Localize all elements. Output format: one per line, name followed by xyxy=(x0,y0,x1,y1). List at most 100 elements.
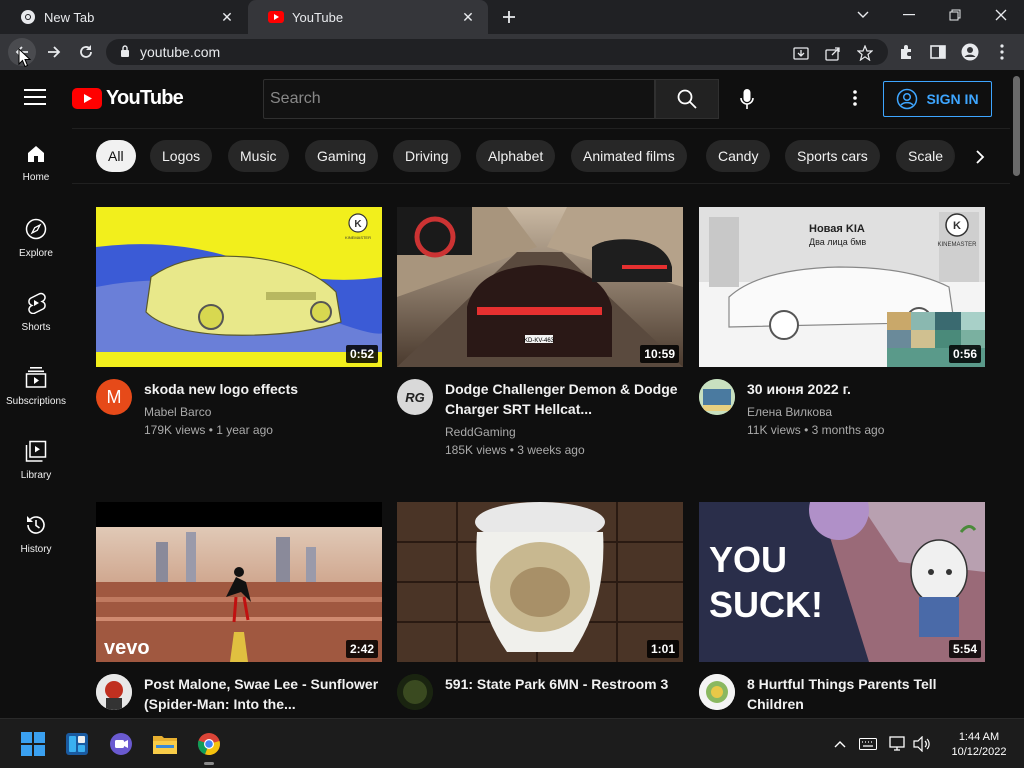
guide-label: Library xyxy=(20,470,52,481)
video-title[interactable]: Dodge Challenger Demon & Dodge Charger S… xyxy=(445,379,683,419)
share-icon[interactable] xyxy=(824,44,842,62)
chip-gaming[interactable]: Gaming xyxy=(305,140,379,172)
video-title[interactable]: 30 июня 2022 г. xyxy=(747,379,985,399)
channel-name[interactable]: ReddGaming xyxy=(445,425,683,439)
license-plate-text: KD-KV-463 xyxy=(524,338,555,344)
guide-item-shorts[interactable]: Shorts xyxy=(0,276,72,346)
youtube-logo[interactable]: YouTube xyxy=(72,87,184,110)
chip-candy[interactable]: Candy xyxy=(706,140,771,172)
settings-menu-icon[interactable] xyxy=(844,86,866,110)
shorts-icon xyxy=(28,292,46,314)
tab-search-icon[interactable] xyxy=(840,0,886,30)
video-thumbnail[interactable]: Новая KIA Два лица бмв K KINEMASTER 0:56 xyxy=(699,207,985,367)
volume-icon[interactable] xyxy=(912,735,932,753)
video-thumbnail[interactable]: KD-KV-463 10:59 xyxy=(397,207,683,367)
keyboard-icon[interactable] xyxy=(858,735,878,753)
video-thumbnail[interactable]: 1:01 xyxy=(397,502,683,662)
page-scrollbar[interactable] xyxy=(1010,70,1024,718)
url-text: youtube.com xyxy=(140,44,221,60)
chip-animated-films[interactable]: Animated films xyxy=(571,140,687,172)
guide-item-home[interactable]: Home xyxy=(0,128,72,198)
guide-menu-icon[interactable] xyxy=(24,88,48,110)
sign-in-button[interactable]: SIGN IN xyxy=(883,81,992,117)
chip-scale[interactable]: Scale xyxy=(896,140,956,172)
video-card[interactable]: K KINEMASTER 0:52 M skoda new logo effec… xyxy=(96,207,382,477)
guide-label: Explore xyxy=(19,248,53,259)
install-app-icon[interactable] xyxy=(792,44,810,62)
scrollbar-thumb[interactable] xyxy=(1013,76,1020,176)
network-icon[interactable] xyxy=(888,735,908,753)
video-card[interactable]: 1:01 591: State Park 6MN - Restroom 3 xyxy=(397,502,683,718)
video-thumbnail[interactable]: vevo 2:42 xyxy=(96,502,382,662)
video-card[interactable]: KD-KV-463 10:59 RG Dodge Challenger Demo… xyxy=(397,207,683,477)
guide-item-explore[interactable]: Explore xyxy=(0,202,72,272)
chip-alphabet[interactable]: Alphabet xyxy=(476,140,556,172)
video-title[interactable]: 591: State Park 6MN - Restroom 3 xyxy=(445,674,683,694)
channel-avatar[interactable] xyxy=(397,674,433,710)
kinemaster-watermark: KINEMASTER xyxy=(345,235,371,240)
chip-music[interactable]: Music xyxy=(228,140,289,172)
tab-new-tab[interactable]: New Tab ✕ xyxy=(0,0,247,34)
widgets-icon[interactable] xyxy=(64,731,90,757)
profile-icon[interactable] xyxy=(960,42,980,62)
search-box[interactable] xyxy=(263,79,655,119)
video-title[interactable]: skoda new logo effects xyxy=(144,379,382,399)
extensions-icon[interactable] xyxy=(896,42,916,62)
video-stats: 179K views • 1 year ago xyxy=(144,423,273,437)
video-title[interactable]: 8 Hurtful Things Parents Tell Children xyxy=(747,674,985,714)
guide-item-library[interactable]: Library xyxy=(0,424,72,494)
reload-button[interactable] xyxy=(72,38,100,66)
chip-sports-cars[interactable]: Sports cars xyxy=(785,140,880,172)
close-window-icon[interactable] xyxy=(978,0,1024,30)
channel-avatar[interactable] xyxy=(96,674,132,710)
video-card[interactable]: YOU SUCK! 5:54 8 Hurtful Things Parents … xyxy=(699,502,985,718)
video-stats: 11K views • 3 months ago xyxy=(747,423,885,437)
mouse-cursor-icon xyxy=(18,48,32,68)
teams-chat-icon[interactable] xyxy=(108,731,134,757)
video-duration: 1:01 xyxy=(646,640,679,658)
video-title[interactable]: Post Malone, Swae Lee - Sunflower (Spide… xyxy=(144,674,382,714)
channel-name[interactable]: Елена Вилкова xyxy=(747,405,985,419)
new-tab-button[interactable] xyxy=(497,6,521,28)
video-thumbnail[interactable]: YOU SUCK! 5:54 xyxy=(699,502,985,662)
video-card[interactable]: vevo 2:42 Post Malone, Swae Lee - Sunflo… xyxy=(96,502,382,718)
channel-avatar[interactable] xyxy=(699,674,735,710)
guide-item-history[interactable]: History xyxy=(0,498,72,568)
tab-close-icon[interactable]: ✕ xyxy=(219,9,235,25)
guide-label: Shorts xyxy=(21,322,51,333)
show-hidden-icons[interactable] xyxy=(830,735,850,753)
chrome-taskbar-icon[interactable] xyxy=(196,731,222,757)
channel-avatar[interactable]: RG xyxy=(397,379,433,415)
guide-label: Home xyxy=(22,172,50,183)
chrome-menu-icon[interactable] xyxy=(992,42,1012,62)
video-card[interactable]: Новая KIA Два лица бмв K KINEMASTER 0:56 xyxy=(699,207,985,477)
channel-avatar[interactable] xyxy=(699,379,735,415)
minimize-icon[interactable] xyxy=(886,0,932,30)
channel-avatar[interactable]: M xyxy=(96,379,132,415)
taskbar-clock[interactable]: 1:44 AM 10/12/2022 xyxy=(944,730,1014,760)
voice-search-button[interactable] xyxy=(730,82,764,116)
address-bar[interactable]: youtube.com xyxy=(106,39,888,65)
active-app-indicator xyxy=(204,762,214,765)
channel-name[interactable]: Mabel Barco xyxy=(144,405,382,419)
chip-logos[interactable]: Logos xyxy=(150,140,213,172)
video-duration: 2:42 xyxy=(345,640,378,658)
restore-icon[interactable] xyxy=(932,0,978,30)
windows-start-icon[interactable] xyxy=(20,731,46,757)
video-thumbnail[interactable]: K KINEMASTER 0:52 xyxy=(96,207,382,367)
chips-next-button[interactable] xyxy=(968,145,992,169)
chip-driving[interactable]: Driving xyxy=(393,140,461,172)
chip-all[interactable]: All xyxy=(96,140,136,172)
guide-item-subscriptions[interactable]: Subscriptions xyxy=(0,350,72,420)
tab-close-icon[interactable]: ✕ xyxy=(460,9,476,25)
search-input[interactable] xyxy=(270,90,654,108)
file-explorer-icon[interactable] xyxy=(152,731,178,757)
forward-button[interactable] xyxy=(40,38,68,66)
account-circle-icon xyxy=(897,88,918,110)
tab-youtube[interactable]: YouTube ✕ xyxy=(248,0,488,34)
side-panel-icon[interactable] xyxy=(928,42,948,62)
lock-icon[interactable] xyxy=(120,44,130,60)
search-button[interactable] xyxy=(655,79,719,119)
youtube-icon xyxy=(268,9,284,25)
bookmark-star-icon[interactable] xyxy=(856,44,874,62)
